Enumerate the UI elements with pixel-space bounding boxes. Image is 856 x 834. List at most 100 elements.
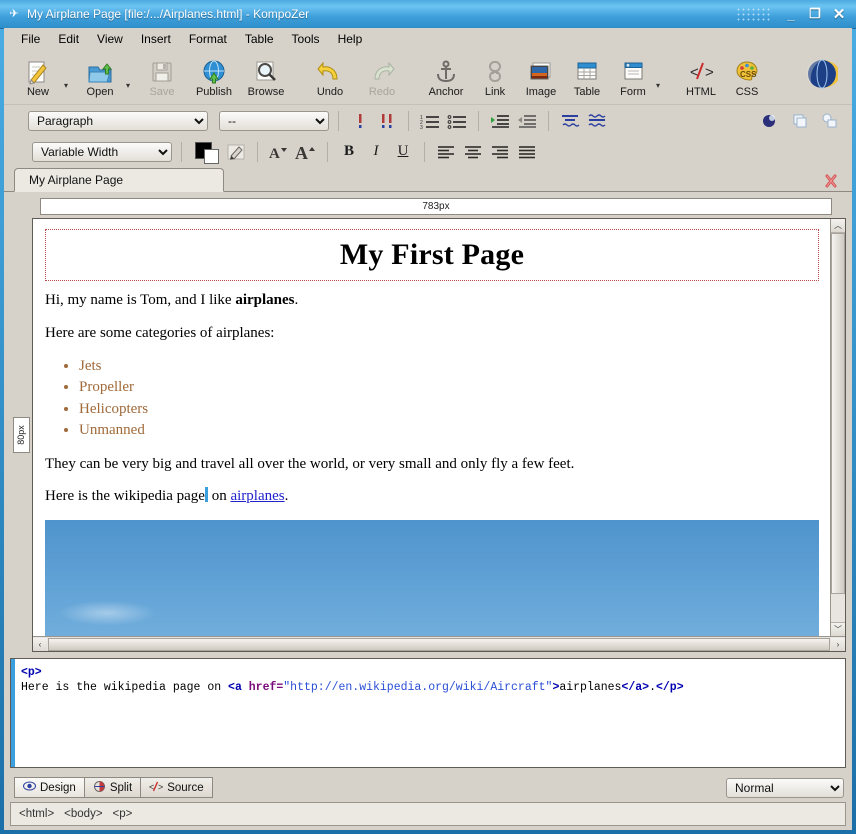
vertical-ruler[interactable]: 80px <box>10 218 32 652</box>
align-justify-icon[interactable] <box>515 141 539 163</box>
menu-view[interactable]: View <box>88 30 132 48</box>
canvas-vertical-scrollbar[interactable]: ︿ ﹀ <box>830 219 845 636</box>
document-tab-label: My Airplane Page <box>29 173 124 187</box>
display-mode-select[interactable]: Normal <box>726 778 844 798</box>
toolbar-button-table[interactable]: Table <box>564 52 610 98</box>
class-select[interactable]: -- <box>219 110 329 131</box>
maximize-button[interactable]: ❐ <box>804 4 826 24</box>
toolbar-button-save[interactable]: Save <box>136 52 188 98</box>
toolbar-button-html[interactable]: < > HTML <box>678 52 724 98</box>
breadcrumb-body[interactable]: <body> <box>64 808 102 820</box>
source-plain-text: Here is the wikipedia page on <box>21 681 229 694</box>
canvas-horizontal-scrollbar[interactable]: ‹ › <box>33 636 845 651</box>
bold-button[interactable]: B <box>337 141 361 163</box>
format-separator-1 <box>338 110 339 131</box>
align-left-icon[interactable] <box>434 141 458 163</box>
form-dropdown-arrow-icon[interactable]: ▾ <box>656 81 666 90</box>
scroll-down-arrow-icon[interactable]: ﹀ <box>831 622 845 636</box>
editor-area: 783px 80px My First Page Hi, my name is … <box>4 192 852 652</box>
ordered-list-icon[interactable]: 1 2 3 <box>418 110 442 132</box>
scroll-up-arrow-icon[interactable]: ︿ <box>831 219 845 233</box>
indent-less-icon[interactable] <box>515 110 539 132</box>
chain-link-icon <box>482 55 508 85</box>
font-family-select[interactable]: Variable Width <box>32 141 172 162</box>
document-tab[interactable]: My Airplane Page <box>14 168 224 192</box>
source-p-close: </p> <box>655 681 684 694</box>
menu-edit[interactable]: Edit <box>49 30 88 48</box>
copy-style-icon[interactable] <box>788 110 812 132</box>
align-center-icon[interactable] <box>461 141 485 163</box>
toolbar-button-redo[interactable]: Redo <box>356 52 408 98</box>
text-background-color-swatch[interactable] <box>195 141 221 164</box>
toolbar-label-link: Link <box>484 86 506 98</box>
increase-font-size-icon[interactable]: A <box>294 141 318 163</box>
toolbar-button-anchor[interactable]: Anchor <box>420 52 472 98</box>
unordered-list-icon[interactable] <box>445 110 469 132</box>
intro-paragraph: Hi, my name is Tom, and I like airplanes… <box>45 291 819 310</box>
toolbar-button-image[interactable]: Image <box>518 52 564 98</box>
new-page-icon <box>25 55 51 85</box>
intro-bold-word: airplanes <box>235 292 295 308</box>
source-code-icon: < > <box>149 781 163 795</box>
close-button[interactable]: ✕ <box>828 4 850 24</box>
status-bar: <html> <body> <p> <box>10 802 846 826</box>
toolbar-button-undo[interactable]: Undo <box>304 52 356 98</box>
emphasis-icon[interactable] <box>348 110 372 132</box>
breadcrumb-p[interactable]: <p> <box>113 808 133 820</box>
toolbar-button-new[interactable]: New <box>12 52 64 98</box>
source-code-text[interactable]: <p> Here is the wikipedia page on <a hre… <box>11 659 845 695</box>
browser-globe-icon[interactable] <box>806 58 840 93</box>
menu-format[interactable]: Format <box>180 30 236 48</box>
format2-separator-1 <box>181 141 182 162</box>
menu-file[interactable]: File <box>12 30 49 48</box>
format2-separator-2 <box>257 141 258 162</box>
indent-more-icon[interactable] <box>488 110 512 132</box>
menu-table[interactable]: Table <box>236 30 283 48</box>
vertical-ruler-label: 80px <box>16 425 26 445</box>
horizontal-ruler[interactable]: 783px <box>40 198 832 215</box>
toolbar-button-link[interactable]: Link <box>472 52 518 98</box>
vertical-scroll-thumb[interactable] <box>831 233 845 594</box>
wiki-text-before: Here is the wikipedia page <box>45 488 205 505</box>
align-right-icon[interactable] <box>488 141 512 163</box>
source-pane[interactable]: <p> Here is the wikipedia page on <a hre… <box>10 658 846 768</box>
strong-icon[interactable] <box>375 110 399 132</box>
align-bottom-icon[interactable] <box>585 110 609 132</box>
menu-help[interactable]: Help <box>329 30 372 48</box>
minimize-button[interactable]: _ <box>780 4 802 24</box>
scroll-right-arrow-icon[interactable]: › <box>831 637 845 651</box>
toolbar-button-form[interactable]: Form <box>610 52 656 98</box>
block-format-select[interactable]: Paragraph <box>28 110 208 131</box>
rendered-page[interactable]: My First Page Hi, my name is Tom, and I … <box>33 219 831 636</box>
toolbar-button-publish[interactable]: Publish <box>188 52 240 98</box>
tab-design[interactable]: Design <box>14 777 85 798</box>
sky-with-clouds-photo[interactable] <box>45 520 819 636</box>
paste-style-icon[interactable] <box>818 110 842 132</box>
design-canvas[interactable]: My First Page Hi, my name is Tom, and I … <box>32 218 846 652</box>
tab-close-icon[interactable] <box>824 174 838 188</box>
wikipedia-paragraph: Here is the wikipedia page on airplanes. <box>45 487 819 506</box>
toolbar-label-html: HTML <box>686 86 716 98</box>
horizontal-scroll-thumb[interactable] <box>48 637 830 651</box>
anchor-icon <box>433 55 459 85</box>
menu-insert[interactable]: Insert <box>132 30 180 48</box>
toolbar-button-browse[interactable]: Browse <box>240 52 292 98</box>
highlighter-pen-icon[interactable] <box>224 141 248 163</box>
align-top-icon[interactable] <box>558 110 582 132</box>
background-color-chip[interactable] <box>204 148 219 164</box>
new-dropdown-arrow-icon[interactable]: ▾ <box>64 81 74 90</box>
menu-tools[interactable]: Tools <box>283 30 329 48</box>
intro-text-after: . <box>294 292 299 308</box>
scroll-left-arrow-icon[interactable]: ‹ <box>33 637 47 651</box>
italic-button[interactable]: I <box>364 141 388 163</box>
underline-button[interactable]: U <box>391 141 415 163</box>
airplanes-link[interactable]: airplanes <box>230 488 284 504</box>
color-blob-icon[interactable] <box>758 110 782 132</box>
tab-split[interactable]: Split <box>83 777 142 798</box>
toolbar-button-open[interactable]: Open <box>74 52 126 98</box>
breadcrumb-html[interactable]: <html> <box>19 808 54 820</box>
tab-source[interactable]: < > Source <box>140 777 213 798</box>
toolbar-button-css[interactable]: CSS CSS <box>724 52 770 98</box>
decrease-font-size-icon[interactable]: A <box>267 141 291 163</box>
open-dropdown-arrow-icon[interactable]: ▾ <box>126 81 136 90</box>
